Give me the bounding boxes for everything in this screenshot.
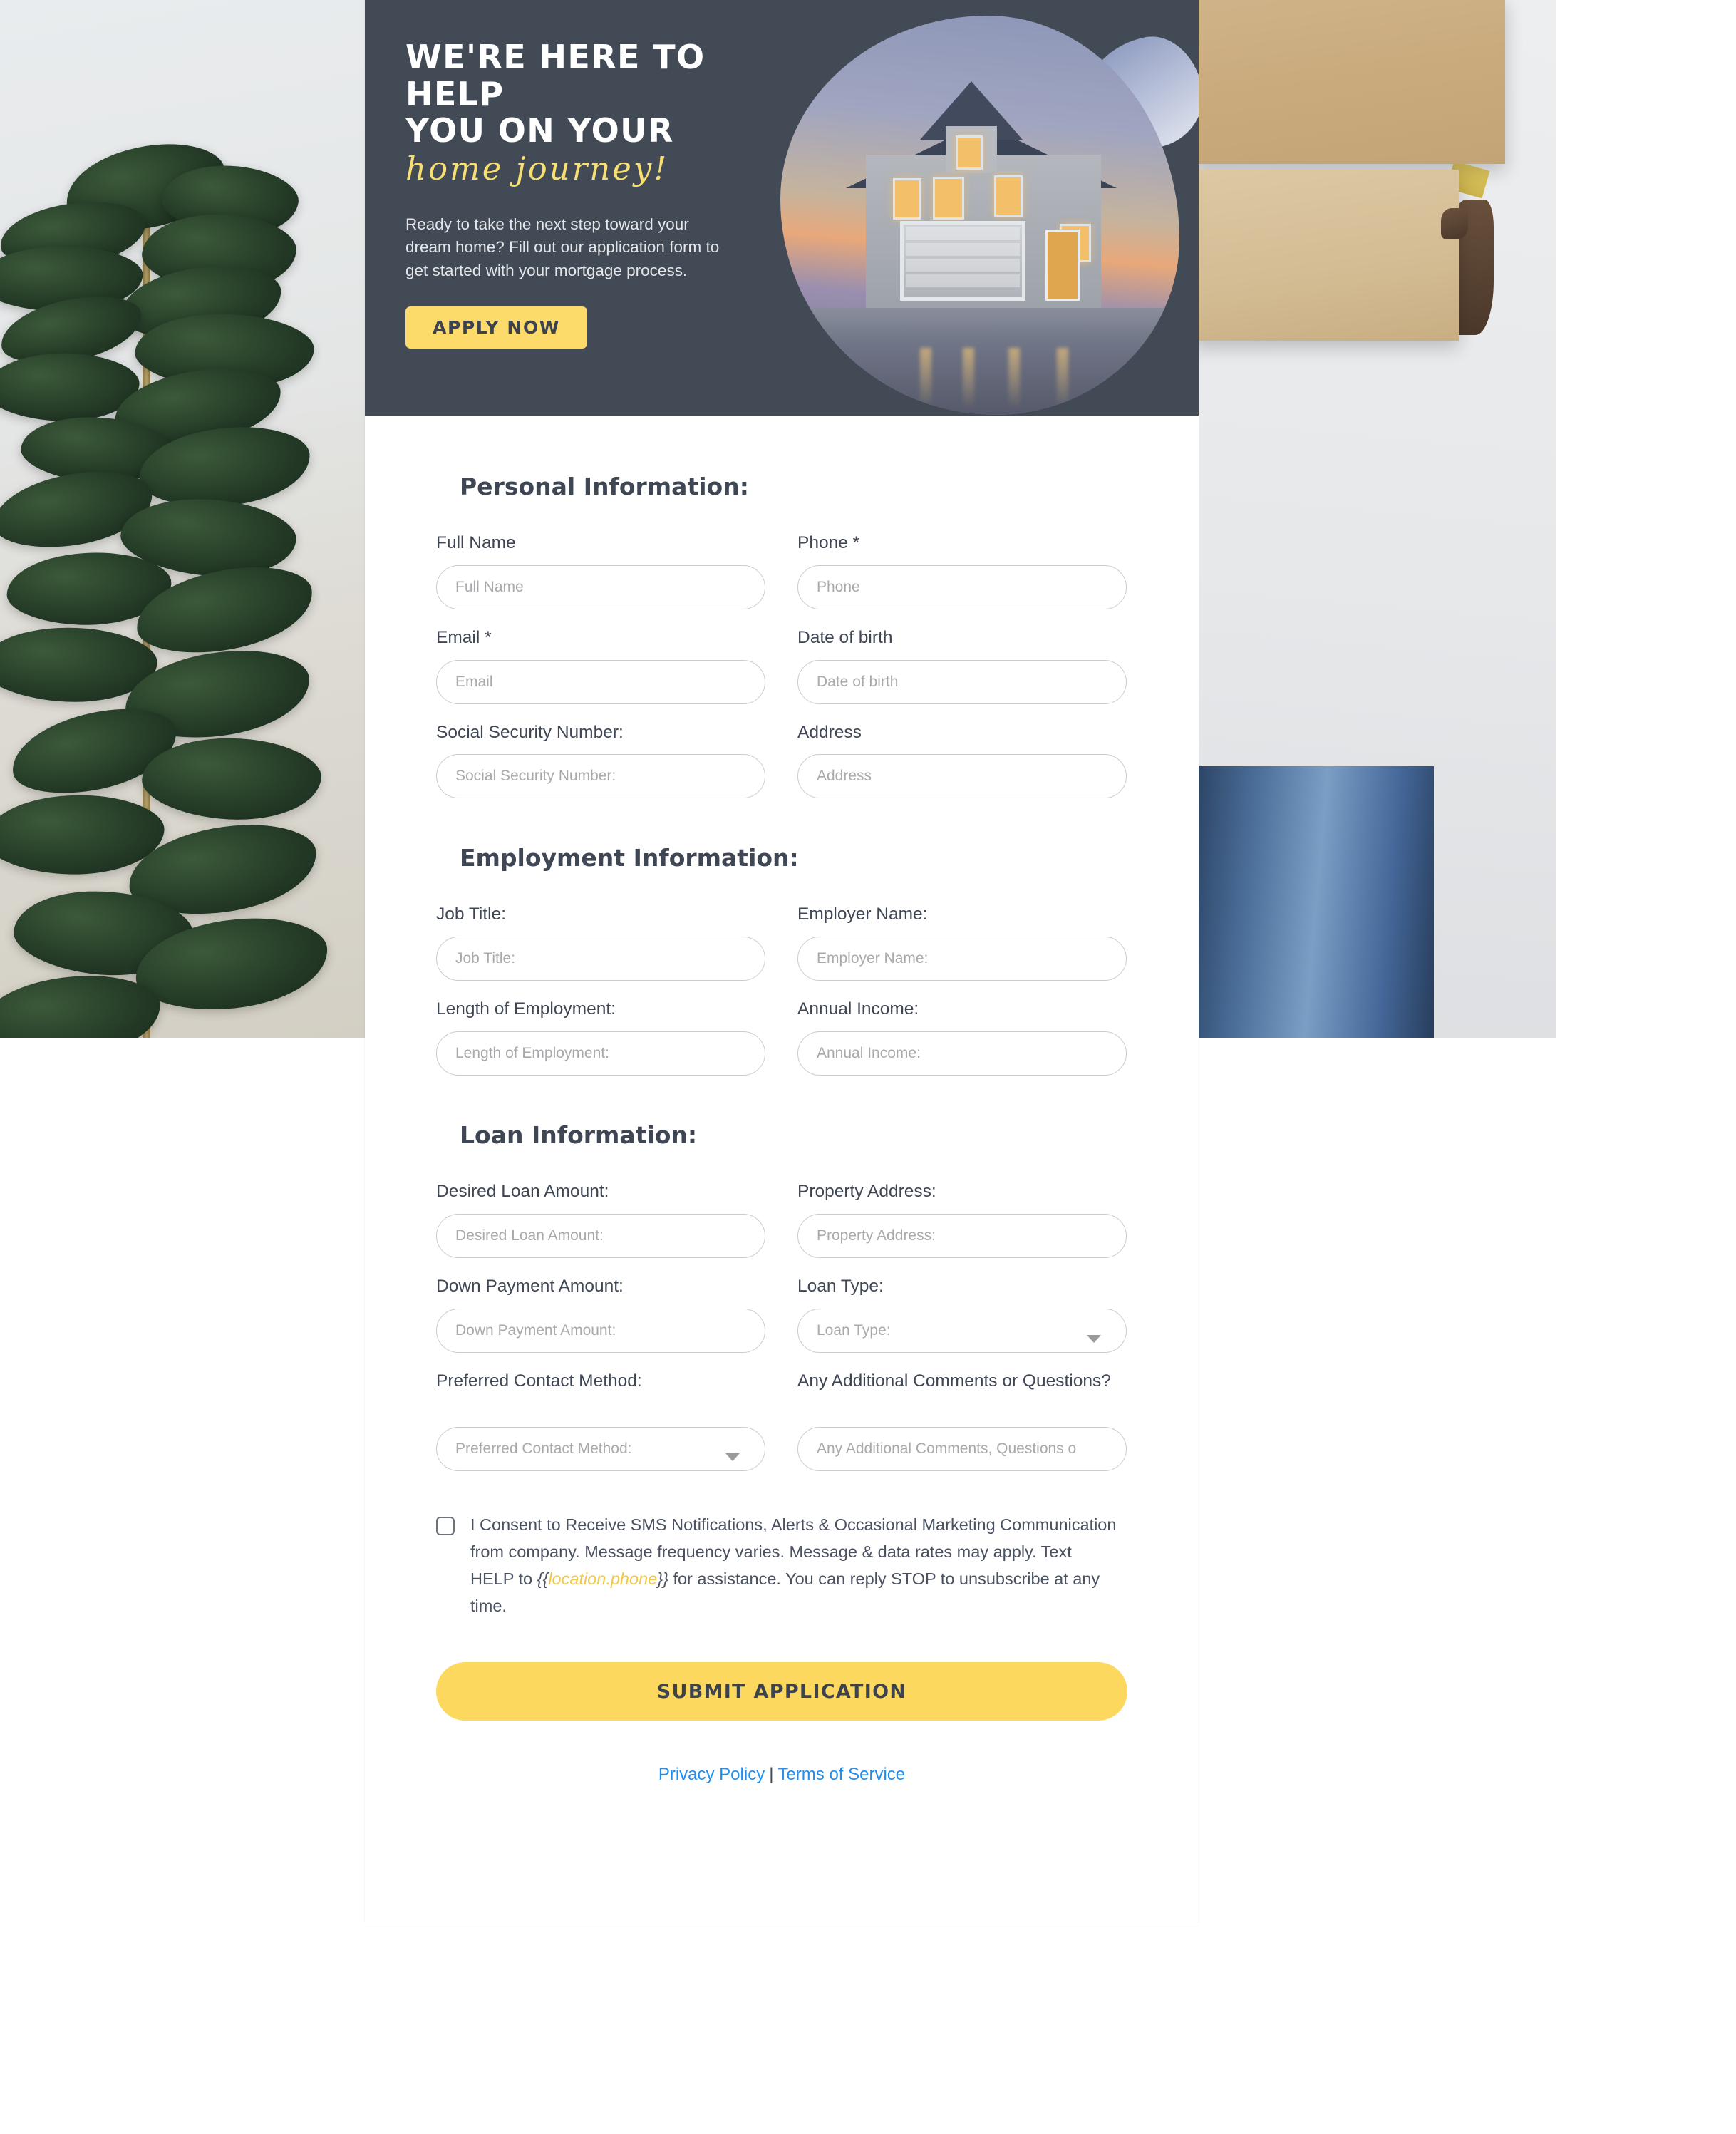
merge-close-brace: }} bbox=[657, 1569, 668, 1588]
field-length-of-employment: Length of Employment: bbox=[436, 998, 765, 1076]
banner-headline-line1: WE'RE HERE TO HELP bbox=[405, 38, 706, 113]
garage-door bbox=[900, 221, 1025, 301]
consent-row: I Consent to Receive SMS Notifications, … bbox=[436, 1511, 1127, 1619]
input-property-address[interactable] bbox=[797, 1213, 1127, 1258]
person-jeans bbox=[1199, 766, 1434, 1038]
field-email: Email * bbox=[436, 627, 765, 704]
consent-text: I Consent to Receive SMS Notifications, … bbox=[470, 1511, 1119, 1619]
apply-now-button[interactable]: APPLY NOW bbox=[405, 306, 587, 349]
label-job-title: Job Title: bbox=[436, 904, 507, 924]
label-date-of-birth: Date of birth bbox=[797, 627, 893, 647]
loan-type-select-wrap bbox=[797, 1308, 1127, 1353]
link-separator: | bbox=[769, 1765, 774, 1785]
house-photo-blob bbox=[780, 16, 1179, 415]
select-loan-type[interactable] bbox=[797, 1308, 1127, 1353]
window bbox=[933, 177, 964, 220]
label-phone: Phone * bbox=[797, 533, 860, 552]
field-address: Address bbox=[797, 721, 1127, 799]
input-full-name[interactable] bbox=[436, 565, 765, 609]
label-additional-comments: Any Additional Comments or Questions? bbox=[797, 1371, 1111, 1391]
field-property-address: Property Address: bbox=[797, 1180, 1127, 1258]
footer-links: Privacy Policy | Terms of Service bbox=[436, 1765, 1127, 1785]
input-date-of-birth[interactable] bbox=[797, 659, 1127, 704]
employment-fields-grid: Job Title: Employer Name: Length of Empl… bbox=[436, 903, 1127, 1093]
merge-token-location-phone: location.phone bbox=[548, 1569, 658, 1588]
input-down-payment-amount[interactable] bbox=[436, 1308, 765, 1353]
label-down-payment-amount: Down Payment Amount: bbox=[436, 1276, 624, 1296]
submit-application-button[interactable]: SUBMIT APPLICATION bbox=[436, 1662, 1127, 1721]
banner-headline-line2: YOU ON YOUR bbox=[405, 111, 674, 150]
section-title-loan: Loan Information: bbox=[460, 1121, 698, 1150]
cardboard-box-bottom bbox=[1199, 170, 1459, 341]
person-hand bbox=[1441, 208, 1468, 239]
label-property-address: Property Address: bbox=[797, 1182, 936, 1202]
field-preferred-contact-method: Preferred Contact Method: bbox=[436, 1370, 765, 1471]
light-reflection bbox=[963, 348, 974, 409]
label-loan-type: Loan Type: bbox=[797, 1276, 884, 1296]
input-ssn[interactable] bbox=[436, 754, 765, 799]
merge-open-brace: {{ bbox=[537, 1569, 549, 1588]
page-root: WE'RE HERE TO HELP YOU ON YOUR home jour… bbox=[0, 0, 1736, 2134]
banner-copy: WE'RE HERE TO HELP YOU ON YOUR home jour… bbox=[405, 38, 805, 349]
light-reflection bbox=[920, 348, 931, 409]
personal-fields-grid: Full Name Phone * Email * Date of birth … bbox=[436, 532, 1127, 815]
input-phone[interactable] bbox=[797, 565, 1127, 609]
section-title-personal: Personal Information: bbox=[460, 473, 749, 500]
input-annual-income[interactable] bbox=[797, 1031, 1127, 1076]
label-full-name: Full Name bbox=[436, 533, 516, 552]
label-employer-name: Employer Name: bbox=[797, 904, 928, 924]
field-job-title: Job Title: bbox=[436, 903, 765, 981]
application-form: Personal Information: Full Name Phone * … bbox=[365, 416, 1199, 1785]
label-annual-income: Annual Income: bbox=[797, 999, 919, 1019]
loan-fields-grid: Desired Loan Amount: Property Address: D… bbox=[436, 1180, 1127, 1488]
light-reflection bbox=[1057, 348, 1068, 409]
field-full-name: Full Name bbox=[436, 532, 765, 609]
merge-token-wrapper: {{location.phone}} bbox=[537, 1569, 668, 1588]
label-length-of-employment: Length of Employment: bbox=[436, 999, 616, 1019]
input-additional-comments[interactable] bbox=[797, 1426, 1127, 1471]
input-address[interactable] bbox=[797, 754, 1127, 799]
background-photo-moving-boxes bbox=[1199, 0, 1556, 1038]
input-job-title[interactable] bbox=[436, 937, 765, 981]
banner-script-line: home journey! bbox=[405, 149, 669, 187]
field-annual-income: Annual Income: bbox=[797, 998, 1127, 1076]
field-desired-loan-amount: Desired Loan Amount: bbox=[436, 1180, 765, 1258]
field-down-payment-amount: Down Payment Amount: bbox=[436, 1275, 765, 1353]
cardboard-box-top bbox=[1199, 0, 1505, 164]
field-date-of-birth: Date of birth bbox=[797, 627, 1127, 704]
hero-banner: WE'RE HERE TO HELP YOU ON YOUR home jour… bbox=[365, 0, 1199, 416]
input-length-of-employment[interactable] bbox=[436, 1031, 765, 1076]
label-ssn: Social Security Number: bbox=[436, 722, 624, 742]
preferred-contact-select-wrap bbox=[436, 1426, 765, 1471]
light-reflection bbox=[1008, 348, 1020, 409]
field-employer-name: Employer Name: bbox=[797, 903, 1127, 981]
field-additional-comments: Any Additional Comments or Questions? bbox=[797, 1370, 1127, 1471]
front-door bbox=[1045, 230, 1080, 301]
wet-driveway bbox=[780, 308, 1179, 415]
terms-of-service-link[interactable]: Terms of Service bbox=[777, 1765, 905, 1784]
label-preferred-contact-method: Preferred Contact Method: bbox=[436, 1371, 642, 1391]
label-address: Address bbox=[797, 722, 862, 742]
field-phone: Phone * bbox=[797, 532, 1127, 609]
sms-consent-checkbox[interactable] bbox=[436, 1516, 455, 1535]
input-employer-name[interactable] bbox=[797, 937, 1127, 981]
banner-subtext: Ready to take the next step toward your … bbox=[405, 215, 720, 279]
input-email[interactable] bbox=[436, 659, 765, 704]
label-email: Email * bbox=[436, 627, 492, 647]
background-photo-plant bbox=[0, 0, 365, 1038]
window bbox=[956, 135, 983, 170]
window bbox=[893, 178, 921, 220]
field-loan-type: Loan Type: bbox=[797, 1275, 1127, 1353]
form-card: WE'RE HERE TO HELP YOU ON YOUR home jour… bbox=[365, 0, 1199, 1922]
privacy-policy-link[interactable]: Privacy Policy bbox=[658, 1765, 765, 1784]
section-title-employment: Employment Information: bbox=[460, 844, 799, 872]
select-preferred-contact-method[interactable] bbox=[436, 1426, 765, 1471]
input-desired-loan-amount[interactable] bbox=[436, 1213, 765, 1258]
label-desired-loan-amount: Desired Loan Amount: bbox=[436, 1182, 609, 1202]
window bbox=[994, 175, 1023, 217]
field-ssn: Social Security Number: bbox=[436, 721, 765, 799]
